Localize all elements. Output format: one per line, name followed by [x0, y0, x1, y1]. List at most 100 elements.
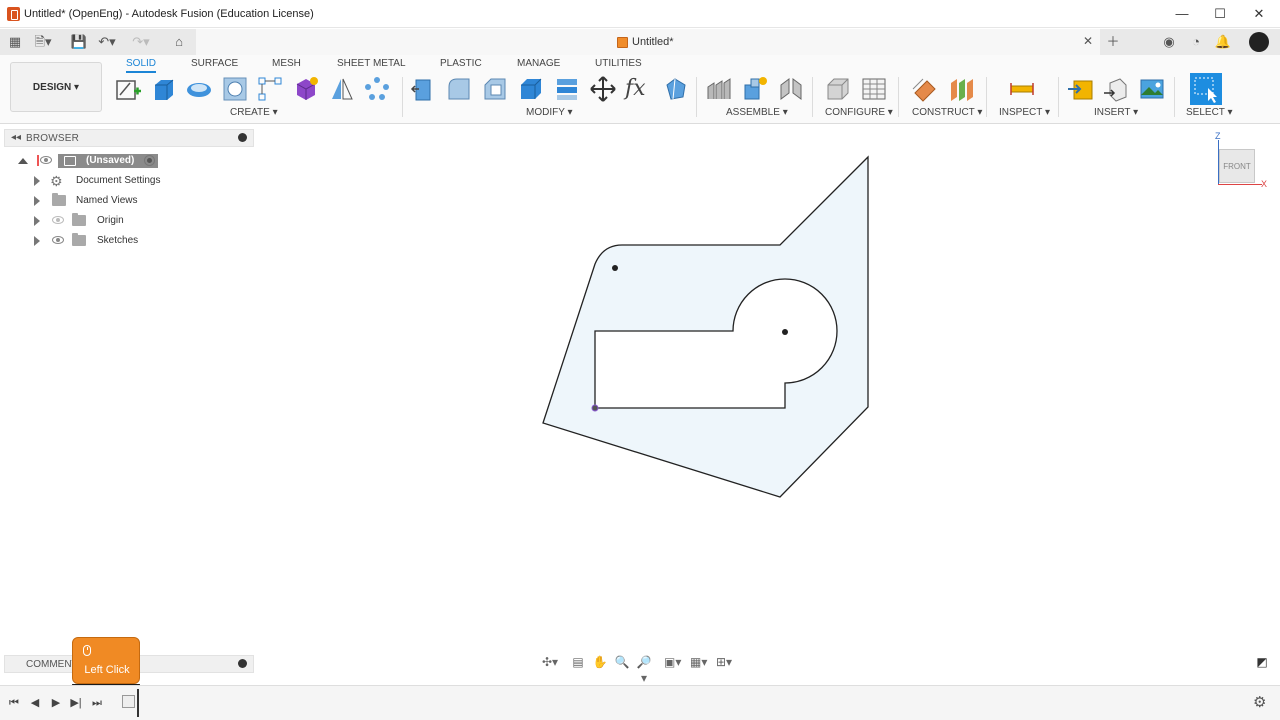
zoom-icon[interactable]: 🔍 [614, 654, 630, 670]
expand-arrow-icon[interactable] [34, 236, 40, 246]
job-status-icon[interactable]: ◔ [1187, 34, 1205, 50]
timeline-last-icon[interactable]: ⏭ [89, 695, 105, 711]
insert-menu[interactable]: INSERT ▾ [1094, 107, 1138, 118]
tab-plastic[interactable]: PLASTIC [440, 57, 482, 73]
grid-settings-icon[interactable]: ▦▾ [690, 654, 707, 670]
collapse-arrow-icon[interactable] [18, 158, 28, 164]
browser-panel-header[interactable]: ◂◂ BROWSER [4, 129, 254, 147]
tree-item-named-views[interactable]: Named Views [30, 192, 170, 210]
file-menu-icon[interactable]: 🗎▾ [34, 34, 52, 50]
close-tab-icon[interactable]: ✕ [1083, 34, 1093, 48]
visibility-eye-icon[interactable] [40, 156, 52, 164]
combine-icon[interactable] [553, 75, 581, 103]
visibility-eye-icon[interactable] [52, 236, 64, 244]
offset-plane-icon[interactable] [911, 75, 939, 103]
new-component-icon[interactable] [705, 75, 733, 103]
extrude-icon[interactable] [149, 75, 177, 103]
revolve-icon[interactable] [185, 75, 213, 103]
root-component-label[interactable]: (Unsaved) [58, 154, 158, 168]
tree-item-origin[interactable]: Origin [30, 212, 170, 230]
as-built-joint-icon[interactable] [777, 75, 805, 103]
rectangular-pattern-icon[interactable] [256, 75, 284, 103]
insert-derive-icon[interactable] [1066, 75, 1094, 103]
orbit-icon[interactable]: ✣▾ [542, 654, 558, 670]
collapse-panel-icon[interactable]: ◂◂ [11, 132, 21, 143]
tab-utilities[interactable]: UTILITIES [595, 57, 642, 73]
timeline-previous-icon[interactable]: ◀ [27, 695, 43, 711]
form-icon[interactable] [292, 75, 320, 103]
tab-manage[interactable]: MANAGE [517, 57, 560, 73]
tab-sheet-metal[interactable]: SHEET METAL [337, 57, 406, 73]
shell-icon[interactable] [517, 75, 545, 103]
timeline-sketch-item[interactable] [122, 695, 135, 708]
create-menu[interactable]: CREATE ▾ [230, 107, 278, 118]
midplane-icon[interactable] [947, 75, 975, 103]
parameters-fx-icon[interactable]: fx [625, 75, 653, 103]
toolbar-divider [402, 77, 403, 117]
measure-icon[interactable] [1008, 75, 1036, 103]
physical-material-icon[interactable] [661, 75, 689, 103]
viewports-icon[interactable]: ⊞▾ [716, 654, 732, 670]
tab-bar: ▦ 🗎▾ 💾 ↶▾ ↷▾ ⌂ Untitled* ✕ ＋ ◉ ◔ 🔔 ? [0, 29, 1280, 55]
tree-item-document-settings[interactable]: ⚙ Document Settings [30, 172, 170, 190]
press-pull-icon[interactable] [409, 75, 437, 103]
configure-menu[interactable]: CONFIGURE ▾ [825, 107, 893, 118]
tab-solid[interactable]: SOLID [126, 57, 157, 73]
timeline-settings-gear-icon[interactable]: ⚙ [1253, 693, 1266, 711]
timeline-play-icon[interactable]: ▶ [48, 695, 64, 711]
zoom-window-icon[interactable]: 🔎▾ [636, 654, 652, 685]
look-at-icon[interactable]: ▤ [570, 654, 586, 670]
tree-item-sketches[interactable]: Sketches [30, 232, 170, 250]
mirror-icon[interactable] [328, 75, 356, 103]
maximize-button[interactable]: ☐ [1209, 4, 1231, 24]
minimize-button[interactable]: — [1171, 4, 1193, 24]
notifications-icon[interactable]: 🔔 [1214, 34, 1232, 50]
new-tab-icon[interactable]: ＋ [1104, 34, 1122, 50]
sketch-outer-profile [542, 155, 869, 498]
tab-mesh[interactable]: MESH [272, 57, 301, 73]
move-copy-icon[interactable] [589, 75, 617, 103]
select-icon[interactable] [1190, 73, 1222, 105]
create-sketch-icon[interactable] [114, 75, 142, 103]
extensions-icon[interactable]: ◉ [1160, 34, 1178, 50]
joint-icon[interactable] [741, 75, 769, 103]
user-avatar[interactable] [1249, 32, 1269, 52]
visibility-eye-icon[interactable] [52, 216, 64, 224]
pan-icon[interactable]: ✋ [592, 654, 608, 670]
view-cube[interactable]: FRONT [1219, 149, 1255, 183]
undo-icon[interactable]: ↶▾ [98, 34, 116, 50]
timeline-marker[interactable] [137, 689, 139, 717]
home-icon[interactable]: ⌂ [170, 34, 188, 50]
insert-mesh-icon[interactable] [1102, 75, 1130, 103]
tab-surface[interactable]: SURFACE [191, 57, 238, 73]
modify-menu[interactable]: MODIFY ▾ [526, 107, 573, 118]
document-tab[interactable]: Untitled* ✕ [196, 29, 1100, 55]
activate-component-radio[interactable] [144, 155, 155, 166]
close-window-button[interactable]: ✕ [1248, 4, 1270, 24]
expand-arrow-icon[interactable] [34, 216, 40, 226]
chamfer-icon[interactable] [481, 75, 509, 103]
browser-minimize-icon[interactable] [238, 133, 247, 142]
select-menu[interactable]: SELECT ▾ [1186, 107, 1233, 118]
root-visibility[interactable] [40, 152, 58, 170]
save-icon[interactable]: 💾 [70, 34, 88, 50]
fillet-icon[interactable] [445, 75, 473, 103]
hole-icon[interactable] [221, 75, 249, 103]
timeline-first-icon[interactable]: ⏮ [6, 695, 22, 711]
add-comment-icon[interactable] [238, 659, 247, 668]
construct-menu[interactable]: CONSTRUCT ▾ [912, 107, 982, 118]
navigation-toggle-icon[interactable]: ◩ [1254, 654, 1270, 670]
insert-canvas-icon[interactable] [1138, 75, 1166, 103]
workspace-switcher-button[interactable]: DESIGN ▾ [10, 62, 102, 112]
expand-arrow-icon[interactable] [34, 196, 40, 206]
assemble-menu[interactable]: ASSEMBLE ▾ [726, 107, 788, 118]
redo-icon[interactable]: ↷▾ [132, 34, 150, 50]
display-settings-icon[interactable]: ▣▾ [664, 654, 681, 670]
timeline-next-icon[interactable]: ▶| [68, 695, 84, 711]
configuration-table-icon[interactable] [860, 75, 888, 103]
expand-arrow-icon[interactable] [34, 176, 40, 186]
circular-pattern-icon[interactable] [363, 75, 391, 103]
app-grid-icon[interactable]: ▦ [6, 34, 24, 50]
configure-design-icon[interactable] [824, 75, 852, 103]
inspect-menu[interactable]: INSPECT ▾ [999, 107, 1050, 118]
